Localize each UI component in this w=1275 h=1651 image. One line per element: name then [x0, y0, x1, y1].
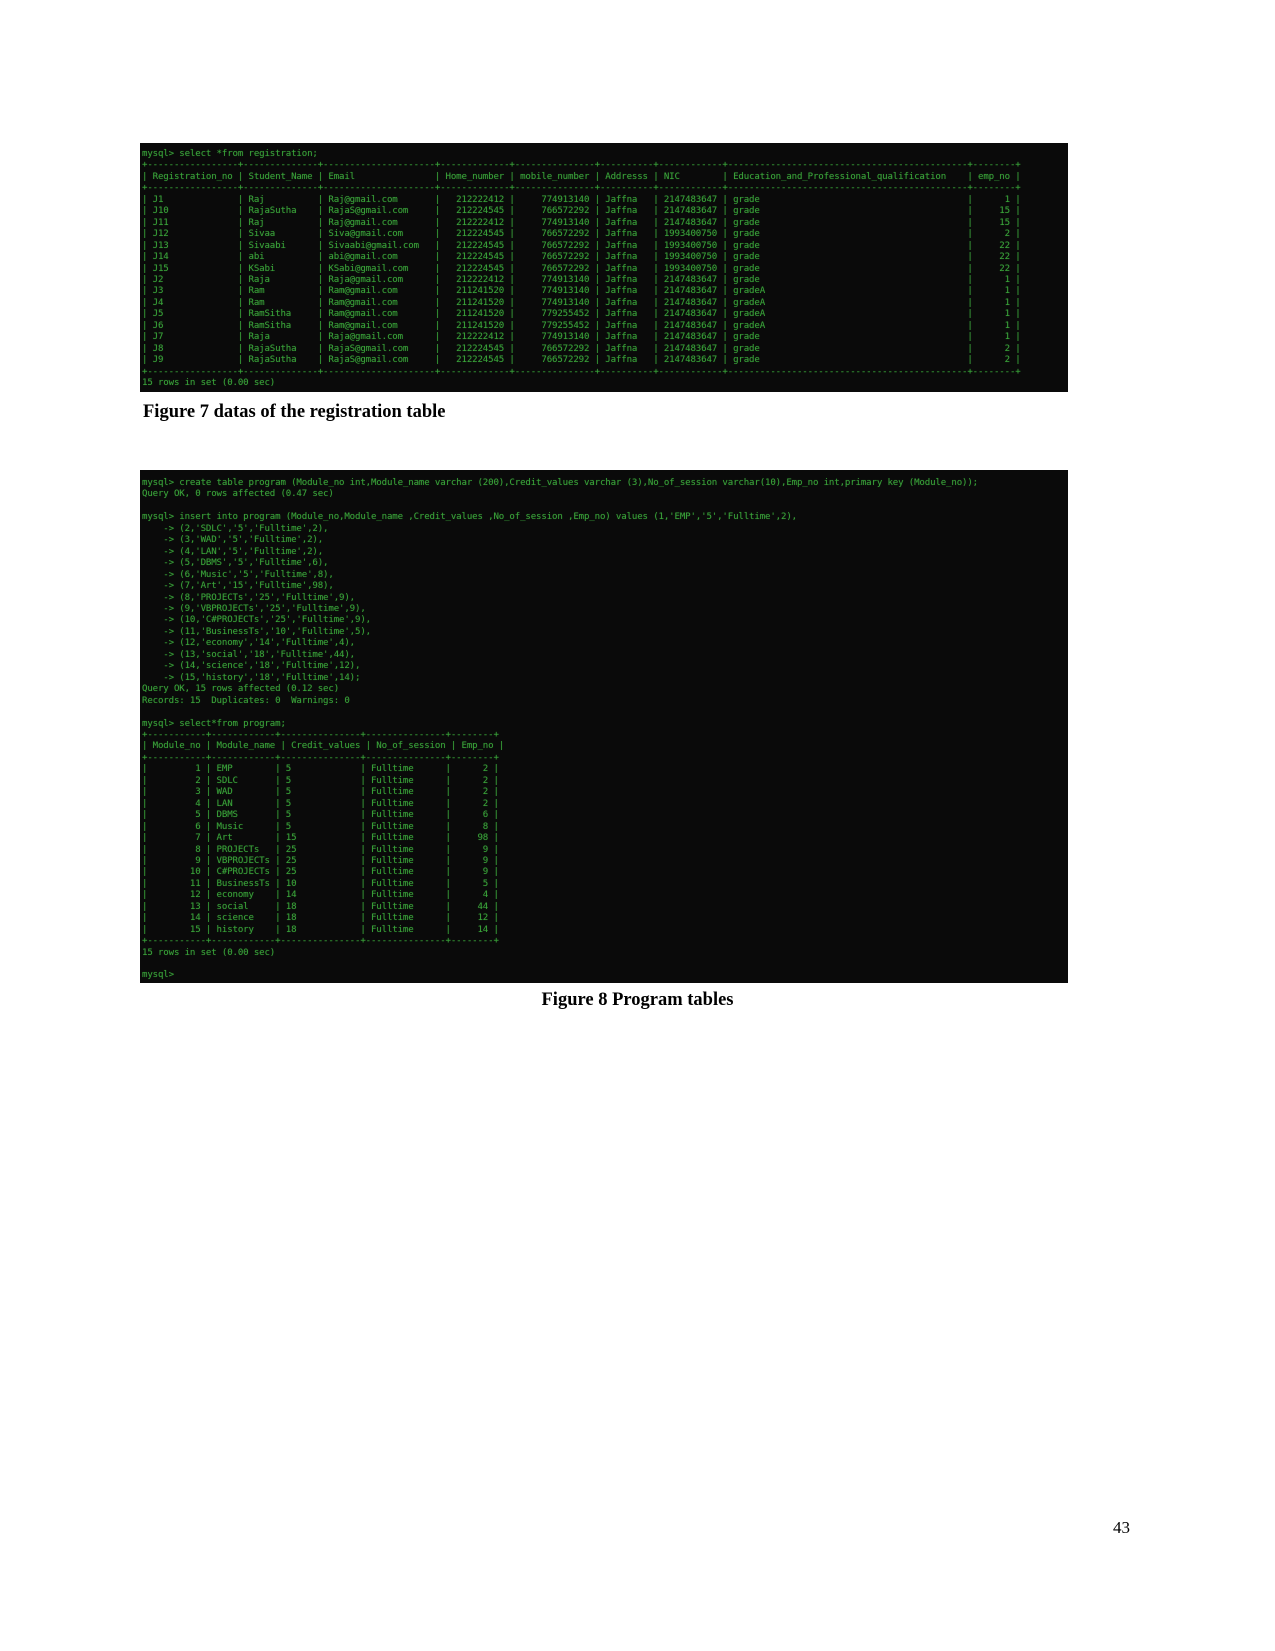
terminal-program-table: mysql> create table program (Module_no i… — [140, 470, 1068, 983]
terminal-program-output: mysql> create table program (Module_no i… — [142, 478, 979, 981]
document-page: mysql> select *from registration; +-----… — [0, 0, 1275, 1651]
terminal-registration-output: mysql> select *from registration; +-----… — [142, 149, 1021, 389]
figure-8-caption: Figure 8 Program tables — [541, 990, 734, 1010]
terminal-registration-table: mysql> select *from registration; +-----… — [140, 143, 1068, 392]
figure-7-caption: Figure 7 datas of the registration table — [143, 402, 446, 422]
page-number: 43 — [1113, 1518, 1130, 1537]
